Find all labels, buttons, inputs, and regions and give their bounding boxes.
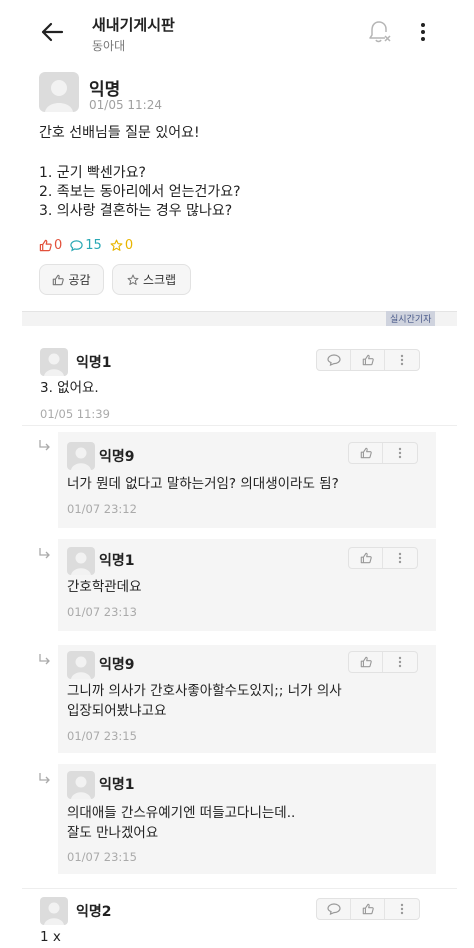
star-icon [127,274,139,285]
commenter-avatar [40,897,68,925]
comment-actions [316,349,420,371]
watermark: 실시간기자 [386,311,436,326]
star-icon [110,239,123,251]
comment-text: 입장되어봤냐고요 [67,703,167,719]
top-app-bar: 새내기게시판 동아대 [0,0,474,62]
comment-actions [348,442,418,464]
comment-actions [348,651,418,673]
comment-text: 의대애들 간스유예기엔 떠들고다니는데.. [67,805,296,821]
reply-item: 익명9 그니까 의사가 간호사좋아할수도있지;; 너가 의사 입장되어봤냐고요 … [58,645,436,753]
notification-off-icon[interactable] [368,19,392,45]
comment-actions [348,547,418,569]
post-author-avatar [39,72,79,112]
comment-text: 잘도 만나겠어요 [67,825,159,841]
comment-actions [316,898,420,920]
post-title: 간호 선배님들 질문 있어요! [39,125,200,141]
more-vert-icon[interactable] [383,652,417,672]
comment-time: 01/07 23:15 [67,729,137,743]
commenter-name: 익명9 [99,657,135,673]
commenter-name: 익명9 [99,449,135,465]
thumbs-up-icon[interactable] [351,899,385,919]
comment-item: 익명2 1 x [22,888,457,948]
school-name: 동아대 [92,39,126,53]
comment-time: 01/07 23:15 [67,850,137,864]
post-time: 01/05 11:24 [89,98,162,112]
commenter-avatar [67,547,95,575]
more-vert-icon[interactable] [383,548,417,568]
more-vert-icon[interactable] [383,443,417,463]
reply-arrow-icon [38,771,52,785]
commenter-avatar [40,348,68,376]
comment-text: 간호학관데요 [67,579,142,595]
reply-arrow-icon [38,546,52,560]
like-button[interactable]: 공감 [39,264,104,295]
like-count: 0 [39,238,62,253]
scrap-button[interactable]: 스크랩 [112,264,191,295]
comment-text: 1 x [40,929,61,945]
post-line: 3. 의사랑 결혼하는 경우 많나요? [39,203,233,219]
comment-time: 01/07 23:12 [67,502,137,516]
thumbs-up-icon [53,274,65,285]
comment-text: 그니까 의사가 간호사좋아할수도있지;; 너가 의사 [67,683,342,699]
commenter-avatar [67,442,95,470]
post-stats: 0 15 0 [39,236,141,254]
comment-time: 01/05 11:39 [40,407,110,421]
thumbs-up-icon[interactable] [349,548,383,568]
reply-item: 익명1 의대애들 간스유예기엔 떠들고다니는데.. 잘도 만나겠어요 01/07… [58,764,436,874]
more-vert-icon[interactable] [385,899,419,919]
comment-count: 15 [70,238,102,253]
thumbs-up-icon[interactable] [349,443,383,463]
speech-bubble-icon [70,239,83,251]
commenter-avatar [67,651,95,679]
thumbs-up-icon [39,239,52,251]
reply-icon[interactable] [317,350,351,370]
post-author: 익명 [89,80,121,100]
comment-time: 01/07 23:13 [67,605,137,619]
scrap-count: 0 [110,238,133,253]
commenter-avatar [67,771,95,799]
more-vert-icon[interactable] [414,21,432,43]
commenter-name: 익명1 [76,355,112,371]
reply-arrow-icon [38,438,52,452]
reply-arrow-icon [38,652,52,666]
thumbs-up-icon[interactable] [349,652,383,672]
reply-item: 익명9 너가 뭔데 없다고 말하는거임? 의대생이라도 됨? 01/07 23:… [58,432,436,528]
commenter-name: 익명2 [76,904,112,920]
comment-text: 3. 없어요. [40,380,99,396]
board-title: 새내기게시판 [92,16,175,34]
commenter-name: 익명1 [99,777,135,793]
comment-text: 너가 뭔데 없다고 말하는거임? 의대생이라도 됨? [67,476,339,492]
more-vert-icon[interactable] [385,350,419,370]
comment-item: 익명1 3. 없어요. 01/05 11:39 [22,340,457,426]
post-line: 2. 족보는 동아리에서 얻는건가요? [39,184,241,200]
reply-item: 익명1 간호학관데요 01/07 23:13 [58,539,436,631]
commenter-name: 익명1 [99,553,135,569]
post-line: 1. 군기 빡센가요? [39,165,146,181]
reply-icon[interactable] [317,899,351,919]
thumbs-up-icon[interactable] [351,350,385,370]
back-arrow-icon[interactable] [38,20,66,44]
